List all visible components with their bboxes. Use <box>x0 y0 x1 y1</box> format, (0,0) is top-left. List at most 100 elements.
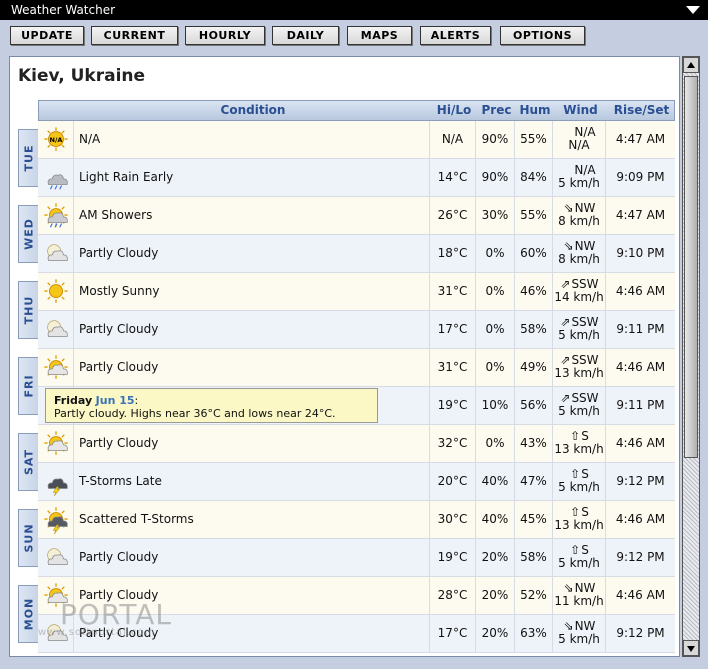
window-title: Weather Watcher <box>11 3 116 17</box>
rise-set-time: 9:12 PM <box>616 550 665 564</box>
rise-set-time: 4:46 AM <box>615 512 666 526</box>
humidity-value: 52% <box>515 577 553 614</box>
partly-cloudy-night-icon <box>47 548 68 565</box>
table-row[interactable]: Partly Cloudy 32°C 0% 43% ⇧S 13 km/h 4:4… <box>38 425 675 463</box>
table-row[interactable]: Light Rain Early 14°C 90% 84% N/A 5 km/h… <box>38 159 675 197</box>
condition-text: N/A <box>74 121 430 158</box>
precip-value: 0% <box>476 311 515 348</box>
wind-cell: ⇘NW 5 km/h <box>553 615 606 652</box>
humidity-value: 45% <box>515 501 553 538</box>
rise-set-time: 4:46 AM <box>615 284 666 298</box>
precip-value: 10% <box>476 387 515 424</box>
condition-text: Partly Cloudy <box>74 235 430 272</box>
rain-icon <box>47 174 68 190</box>
condition-icon-cell <box>38 463 74 500</box>
hilo-value: 30°C <box>430 501 476 538</box>
wind-direction: SSW <box>571 353 599 367</box>
table-row[interactable]: Mostly Sunny 31°C 0% 46% ⇗SSW 14 km/h 4:… <box>38 273 675 311</box>
vertical-scrollbar[interactable] <box>682 56 700 657</box>
wind-speed: 5 km/h <box>558 328 600 342</box>
hilo-value: 26°C <box>430 197 476 234</box>
table-row[interactable]: Partly Cloudy 18°C 0% 60% ⇘NW 8 km/h 9:1… <box>38 235 675 273</box>
maps-button[interactable]: MAPS <box>347 26 412 45</box>
table-row[interactable]: T-Storms Late 20°C 40% 47% ⇧S 5 km/h 9:1… <box>38 463 675 501</box>
hilo-value: N/A <box>430 121 476 158</box>
condition-text: Partly Cloudy <box>74 349 430 386</box>
table-row[interactable]: Partly Cloudy 31°C 0% 49% ⇗SSW 13 km/h 4… <box>38 349 675 387</box>
wind-direction: S <box>581 505 589 519</box>
rise-set-time: 4:46 AM <box>615 360 666 374</box>
partly-cloudy-icon <box>44 431 68 455</box>
precip-value: 0% <box>476 349 515 386</box>
scroll-up-button[interactable] <box>683 57 699 73</box>
condition-icon-cell <box>38 539 74 576</box>
precip-value: 0% <box>476 273 515 310</box>
wind-cell: ⇧S 5 km/h <box>553 463 606 500</box>
condition-icon-cell <box>38 349 74 386</box>
wind-speed: 13 km/h <box>554 366 604 380</box>
hilo-value: 28°C <box>430 577 476 614</box>
col-hilo: Hi/Lo <box>436 103 472 117</box>
alerts-button[interactable]: ALERTS <box>420 26 491 45</box>
table-header: Condition Hi/Lo Prec Hum Wind Rise/Set <box>38 100 675 121</box>
wind-direction: N/A <box>574 125 596 139</box>
rise-set-time: 9:11 PM <box>616 398 665 412</box>
day-tab[interactable]: THU <box>18 281 38 339</box>
options-button[interactable]: OPTIONS <box>500 26 585 45</box>
wind-cell: ⇘NW 11 km/h <box>553 577 606 614</box>
window-titlebar: Weather Watcher <box>0 0 708 20</box>
hilo-value: 19°C <box>430 539 476 576</box>
day-tab[interactable]: SAT <box>18 433 38 491</box>
rise-set-time: 4:47 AM <box>615 132 666 146</box>
table-row[interactable]: Partly Cloudy 17°C 0% 58% ⇗SSW 5 km/h 9:… <box>38 311 675 349</box>
condition-text: Partly Cloudy <box>74 311 430 348</box>
day-tab[interactable]: TUE <box>18 129 38 187</box>
wind-speed: 13 km/h <box>554 442 604 456</box>
hilo-value: 31°C <box>430 349 476 386</box>
wind-cell: ⇧S 13 km/h <box>553 501 606 538</box>
svg-text:N/A: N/A <box>50 136 64 144</box>
table-row[interactable]: AM Showers 26°C 30% 55% ⇘NW 8 km/h 4:47 … <box>38 197 675 235</box>
hilo-value: 31°C <box>430 273 476 310</box>
precip-value: 90% <box>476 121 515 158</box>
rise-set-time: 4:46 AM <box>615 588 666 602</box>
wind-speed: 13 km/h <box>554 518 604 532</box>
scattered-tstorm-icon <box>44 507 68 534</box>
hourly-button[interactable]: HOURLY <box>185 26 265 45</box>
scroll-down-button[interactable] <box>683 640 699 656</box>
hilo-value: 17°C <box>430 311 476 348</box>
partly-cloudy-night-icon <box>47 244 68 261</box>
wind-direction: NW <box>574 619 596 633</box>
day-tab[interactable]: FRI <box>18 357 38 415</box>
sun-icon <box>44 279 68 303</box>
current-button[interactable]: CURRENT <box>91 26 178 45</box>
condition-text: Partly Cloudy <box>74 539 430 576</box>
daily-button[interactable]: DAILY <box>272 26 339 45</box>
forecast-panel: Kiev, Ukraine Condition Hi/Lo Prec Hum W… <box>9 56 680 657</box>
day-tab[interactable]: SUN <box>18 509 38 567</box>
humidity-value: 49% <box>515 349 553 386</box>
condition-text: T-Storms Late <box>74 463 430 500</box>
wind-direction: S <box>581 467 589 481</box>
table-row[interactable]: Partly Cloudy 19°C 20% 58% ⇧S 5 km/h 9:1… <box>38 539 675 577</box>
wind-cell: ⇗SSW 14 km/h <box>553 273 606 310</box>
hilo-value: 18°C <box>430 235 476 272</box>
day-tab[interactable]: WED <box>18 205 38 263</box>
condition-icon-cell: N/A <box>38 121 74 158</box>
table-row[interactable]: N/A N/A N/A 90% 55% N/A N/A 4:47 AM <box>38 121 675 159</box>
tooltip-day: Friday <box>54 394 93 407</box>
table-row[interactable]: Scattered T-Storms 30°C 40% 45% ⇧S 13 km… <box>38 501 675 539</box>
scroll-thumb[interactable] <box>684 76 698 458</box>
condition-text: AM Showers <box>74 197 430 234</box>
wind-speed: 5 km/h <box>558 176 600 190</box>
precip-value: 20% <box>476 539 515 576</box>
wind-cell: ⇧S 13 km/h <box>553 425 606 462</box>
precip-value: 0% <box>476 235 515 272</box>
showers-icon <box>44 203 68 228</box>
menu-dropdown-icon[interactable] <box>686 6 700 14</box>
hilo-value: 17°C <box>430 615 476 652</box>
humidity-value: 55% <box>515 121 553 158</box>
humidity-value: 58% <box>515 311 553 348</box>
update-button[interactable]: UPDATE <box>10 26 84 45</box>
hilo-value: 32°C <box>430 425 476 462</box>
